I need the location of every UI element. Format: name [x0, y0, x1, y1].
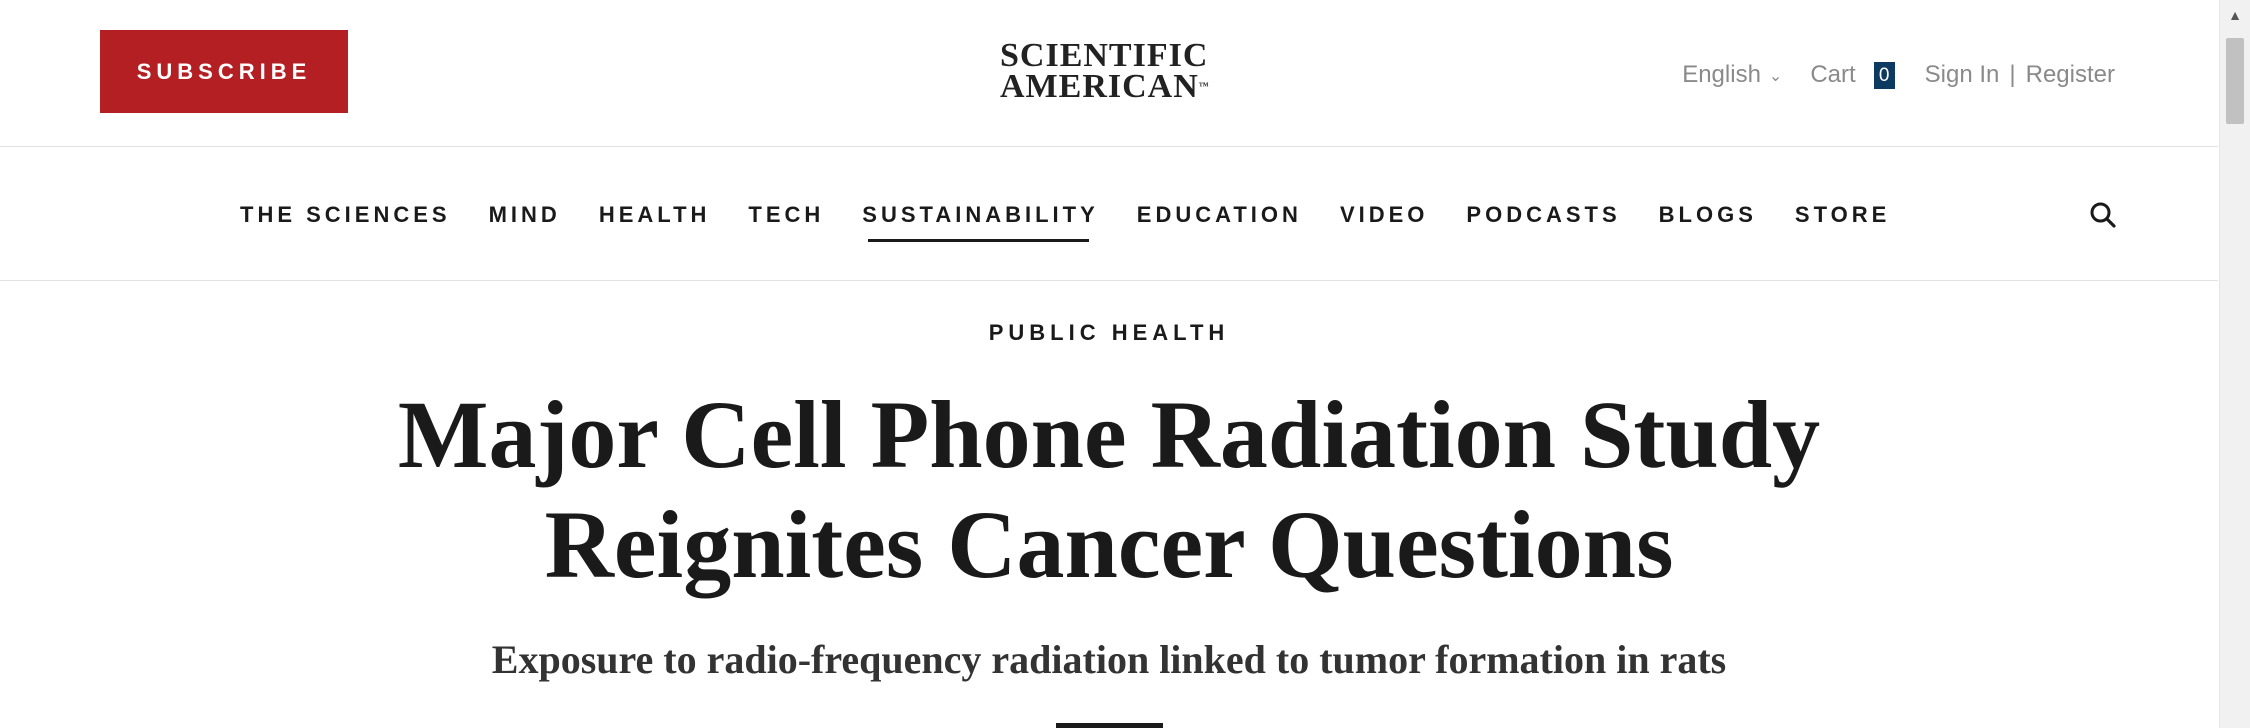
nav-item-health[interactable]: HEALTH [599, 202, 711, 228]
nav-item-store[interactable]: STORE [1795, 202, 1890, 228]
sign-in-link[interactable]: Sign In [1925, 61, 2000, 89]
nav-item-the-sciences[interactable]: THE SCIENCES [240, 202, 451, 228]
nav-item-blogs[interactable]: BLOGS [1659, 202, 1757, 228]
subscribe-button[interactable]: SUBSCRIBE [100, 30, 348, 113]
logo-trademark: ™ [1198, 81, 1209, 92]
search-icon[interactable] [2088, 200, 2118, 230]
cart-count-badge[interactable]: 0 [1873, 61, 1895, 89]
top-header: SUBSCRIBE SCIENTIFIC AMERICAN™ English ⌄… [0, 0, 2218, 147]
language-label: English [1682, 61, 1761, 88]
headline-line-1: Major Cell Phone Radiation Study [397, 381, 1821, 488]
cart-link[interactable]: Cart [1810, 61, 1855, 89]
scrollbar-thumb[interactable] [2226, 38, 2244, 124]
article-headline: Major Cell Phone Radiation Study Reignit… [200, 380, 2018, 600]
nav-item-sustainability[interactable]: SUSTAINABILITY [862, 202, 1098, 242]
register-link[interactable]: Register [2026, 61, 2115, 89]
main-nav: THE SCIENCES MIND HEALTH TECH SUSTAINABILITY… [0, 146, 2218, 281]
site-logo[interactable]: SCIENTIFIC AMERICAN™ [1000, 37, 1240, 105]
nav-item-tech[interactable]: TECH [748, 202, 824, 228]
nav-item-video[interactable]: VIDEO [1340, 202, 1428, 228]
nav-items: THE SCIENCES MIND HEALTH TECH SUSTAINABILITY… [240, 202, 1928, 242]
headline-divider [1056, 723, 1163, 728]
article-category[interactable]: PUBLIC HEALTH [0, 320, 2218, 346]
nav-item-podcasts[interactable]: PODCASTS [1466, 202, 1620, 228]
chevron-down-icon: ⌄ [1768, 68, 1783, 85]
language-selector[interactable]: English ⌄ [1682, 61, 1782, 89]
headline-line-2: Reignites Cancer Questions [544, 491, 1674, 598]
scroll-up-arrow-icon[interactable]: ▲ [2220, 0, 2250, 30]
nav-item-mind[interactable]: MIND [489, 202, 561, 228]
logo-line-1: SCIENTIFIC [1000, 37, 1209, 74]
article-subtitle: Exposure to radio-frequency radiation li… [491, 637, 1727, 682]
vertical-scrollbar[interactable]: ▲ [2219, 0, 2250, 728]
logo-line-2: AMERICAN™ [1000, 68, 1209, 105]
utility-links: English ⌄ Cart 0 Sign In | Register [1682, 58, 2115, 92]
nav-item-education[interactable]: EDUCATION [1137, 202, 1302, 228]
link-separator: | [2009, 61, 2016, 88]
